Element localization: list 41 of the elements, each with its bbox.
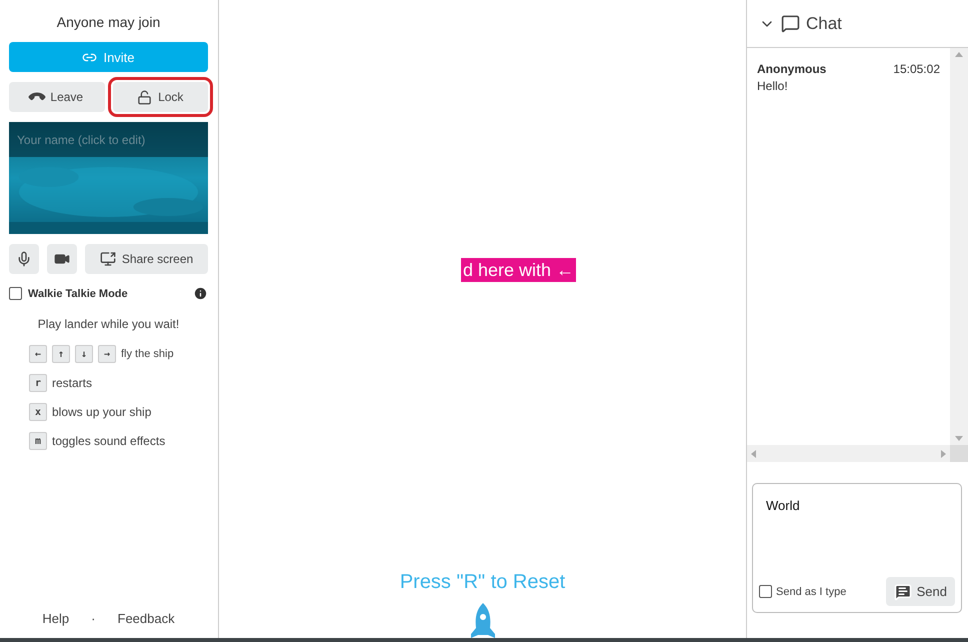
microphone-button[interactable]: [9, 244, 39, 274]
control-description: fly the ship: [121, 348, 174, 360]
game-banner: d here with ←: [461, 258, 576, 282]
rocket-icon: [470, 602, 496, 638]
room-status: Anyone may join: [56, 14, 162, 30]
leave-button[interactable]: Leave: [9, 82, 104, 112]
key-cap: ←: [29, 345, 47, 363]
key-cap: x: [29, 403, 47, 421]
send-as-type-label: Send as I type: [776, 586, 846, 598]
walkie-talkie-label: Walkie Talkie Mode: [28, 288, 128, 300]
message-time: 15:05:02: [893, 62, 940, 76]
unlocked-padlock-icon: [137, 90, 152, 104]
share-screen-button[interactable]: Share screen: [85, 244, 208, 274]
reset-hint: Press "R" to Reset: [400, 571, 566, 594]
help-link[interactable]: Help: [42, 611, 70, 626]
message-field[interactable]: World Send as I type Send: [752, 483, 962, 613]
control-description: restarts: [52, 376, 92, 390]
lock-button[interactable]: Lock: [112, 82, 208, 112]
control-description: blows up your ship: [52, 405, 152, 419]
key-cap: r: [29, 374, 47, 392]
feedback-link[interactable]: Feedback: [118, 611, 175, 626]
send-button[interactable]: Send: [886, 577, 955, 606]
microphone-icon: [16, 251, 32, 267]
info-icon[interactable]: [193, 286, 208, 301]
key-cap: →: [98, 345, 116, 363]
share-screen-icon: [100, 251, 116, 267]
game-title: Play lander while you wait!: [36, 317, 180, 331]
message-icon: [894, 582, 912, 600]
key-cap: ↓: [75, 345, 93, 363]
chat-title: Chat: [806, 14, 842, 34]
chat-bubble-icon: [781, 14, 800, 33]
scrollbar-corner: [950, 445, 968, 462]
key-cap: m: [29, 432, 47, 450]
walkie-talkie-checkbox[interactable]: [9, 287, 22, 300]
control-description: toggles sound effects: [52, 434, 166, 448]
key-cap: ↑: [52, 345, 70, 363]
separator-dot: ·: [91, 611, 96, 626]
message-text: Hello!: [757, 79, 789, 93]
send-as-type-checkbox[interactable]: [759, 585, 772, 598]
message-author: Anonymous: [757, 62, 826, 76]
camera-button[interactable]: [47, 244, 77, 274]
